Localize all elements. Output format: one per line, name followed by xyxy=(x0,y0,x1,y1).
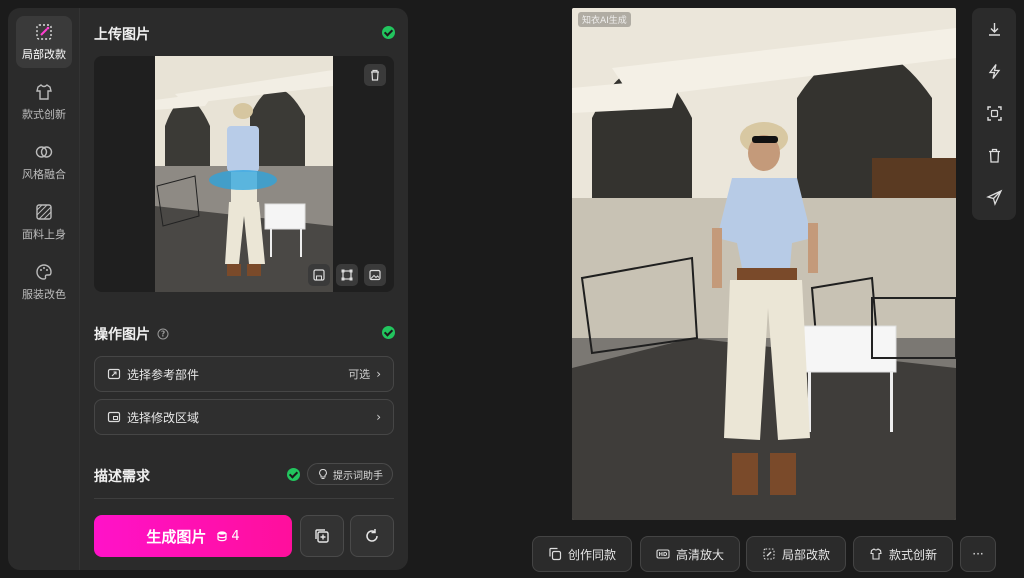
coin-stack-icon xyxy=(217,531,227,542)
magic-wand-icon xyxy=(36,24,52,40)
more-icon: ··· xyxy=(972,547,984,561)
preview-toolbar xyxy=(972,8,1016,220)
delete-result-button[interactable] xyxy=(983,144,1005,166)
rail-item-label: 风格融合 xyxy=(22,168,66,181)
describe-done-check-icon xyxy=(287,468,300,481)
crop-icon xyxy=(341,269,353,281)
fabric-icon xyxy=(36,204,52,220)
create-similar-button[interactable]: 创作同款 xyxy=(532,536,632,572)
prompt-helper-label: 提示词助手 xyxy=(333,470,383,482)
save-icon xyxy=(313,269,325,281)
edit-area-icon xyxy=(107,411,121,423)
generate-image-button[interactable]: 生成图片 4 xyxy=(94,515,292,557)
rail-item-label: 局部改款 xyxy=(22,48,66,61)
reference-part-icon xyxy=(107,368,121,380)
action-label: 高清放大 xyxy=(675,547,724,562)
select-reference-part-label: 选择参考部件 xyxy=(127,367,200,382)
upload-image-area[interactable] xyxy=(94,56,394,292)
send-icon xyxy=(985,189,1002,206)
local-edit-button[interactable]: 局部改款 xyxy=(746,536,846,572)
style-innovation-button[interactable]: 款式创新 xyxy=(853,536,953,572)
scan-button[interactable] xyxy=(983,102,1005,124)
editor-panel: 局部改款 款式创新 风格融合 面料上身 服装改色 上传图片 操作图片 ? 选择参… xyxy=(8,8,408,570)
download-button[interactable] xyxy=(983,18,1005,40)
replace-image-button[interactable] xyxy=(364,264,386,286)
hd-upscale-button[interactable]: HD 高清放大 xyxy=(640,536,740,572)
rail-item-label: 服装改色 xyxy=(22,288,66,301)
shirt-icon xyxy=(870,548,882,560)
delete-upload-button[interactable] xyxy=(364,64,386,86)
overlap-circles-icon xyxy=(35,146,53,158)
more-actions-button[interactable]: ··· xyxy=(960,536,996,572)
rail-item-recolor[interactable]: 服装改色 xyxy=(16,256,72,308)
scan-icon xyxy=(986,105,1002,121)
action-label: 款式创新 xyxy=(888,547,937,562)
palette-icon xyxy=(36,264,52,280)
chevron-right-icon: › xyxy=(376,410,381,424)
crop-button[interactable] xyxy=(336,264,358,286)
ai-generated-badge: 知衣AI生成 xyxy=(578,12,631,27)
help-icon[interactable]: ? xyxy=(157,328,169,340)
download-icon xyxy=(988,22,1000,36)
magic-wand-icon xyxy=(763,548,775,560)
batch-add-button[interactable] xyxy=(300,515,344,557)
generate-cost: 4 xyxy=(231,528,240,544)
lightbulb-icon xyxy=(319,468,327,479)
lightning-icon xyxy=(988,63,1000,79)
chevron-right-icon: › xyxy=(376,367,381,381)
add-layers-icon xyxy=(315,529,329,543)
rail-item-style-innovation[interactable]: 款式创新 xyxy=(16,76,72,128)
reset-button[interactable] xyxy=(350,515,394,557)
quick-action-button[interactable] xyxy=(983,60,1005,82)
rail-item-label: 款式创新 xyxy=(22,108,66,121)
panel-content: 上传图片 操作图片 ? 选择参考部件 可选 › 选择修改区域 › 描述需求 提示… xyxy=(80,8,408,570)
save-mask-button[interactable] xyxy=(308,264,330,286)
action-label: 局部改款 xyxy=(781,547,830,562)
tool-rail: 局部改款 款式创新 风格融合 面料上身 服装改色 xyxy=(8,8,80,570)
app-root: 局部改款 款式创新 风格融合 面料上身 服装改色 上传图片 操作图片 ? 选择参… xyxy=(0,0,1024,578)
uploaded-thumbnail xyxy=(155,56,333,292)
rail-item-local-edit[interactable]: 局部改款 xyxy=(16,16,72,68)
trash-icon xyxy=(371,69,379,81)
image-icon xyxy=(369,269,381,281)
svg-text:HD: HD xyxy=(659,552,668,558)
prompt-helper-button[interactable]: 提示词助手 xyxy=(307,463,393,485)
select-edit-area-button[interactable]: 选择修改区域 › xyxy=(94,399,394,435)
select-edit-area-label: 选择修改区域 xyxy=(127,410,200,425)
generate-label: 生成图片 xyxy=(146,527,207,546)
select-reference-part-button[interactable]: 选择参考部件 可选 › xyxy=(94,356,394,392)
upload-title: 上传图片 xyxy=(94,27,150,43)
optional-hint: 可选 xyxy=(348,368,371,381)
rail-item-label: 面料上身 xyxy=(22,228,66,241)
result-preview[interactable]: 知衣AI生成 xyxy=(572,8,956,520)
svg-text:?: ? xyxy=(161,330,165,339)
upload-done-check-icon xyxy=(382,26,395,39)
operate-title: 操作图片 ? xyxy=(94,324,169,344)
describe-title: 描述需求 xyxy=(94,469,150,485)
copy-style-icon xyxy=(549,547,562,561)
refresh-icon xyxy=(366,529,378,542)
action-label: 创作同款 xyxy=(567,547,616,562)
hd-icon: HD xyxy=(656,549,670,559)
share-button[interactable] xyxy=(983,186,1005,208)
shirt-icon xyxy=(36,84,52,100)
divider xyxy=(94,498,394,499)
operate-done-check-icon xyxy=(382,326,395,339)
rail-item-style-fusion[interactable]: 风格融合 xyxy=(16,136,72,188)
trash-icon xyxy=(988,148,1000,163)
rail-item-fabric[interactable]: 面料上身 xyxy=(16,196,72,248)
